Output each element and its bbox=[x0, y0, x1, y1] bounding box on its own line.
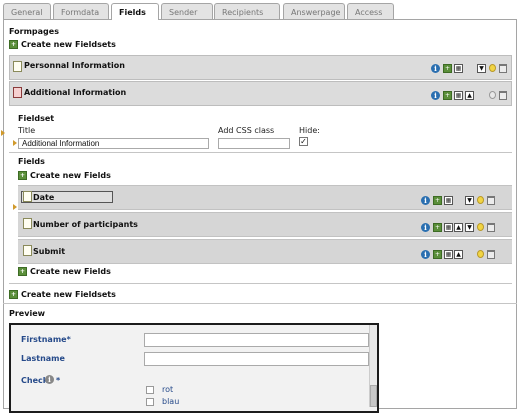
info-icon[interactable]: i bbox=[421, 196, 430, 205]
input-marker bbox=[13, 140, 17, 146]
field-page-icon bbox=[23, 191, 32, 202]
lastname-label: Lastname bbox=[21, 354, 65, 363]
add-icon: + bbox=[9, 290, 18, 299]
move-up-icon[interactable]: ▲ bbox=[454, 223, 463, 232]
grid-icon[interactable]: ▦ bbox=[444, 223, 453, 232]
grid-icon[interactable]: ▦ bbox=[454, 64, 463, 73]
fieldset-title: Personnal Information bbox=[24, 61, 125, 70]
info-icon[interactable]: i bbox=[45, 375, 54, 384]
new-field-icon[interactable]: + bbox=[433, 196, 442, 205]
preview-header: Preview bbox=[9, 309, 46, 318]
required-marker: * bbox=[56, 376, 61, 385]
move-down-icon[interactable]: ▼ bbox=[477, 64, 486, 73]
lastname-input[interactable] bbox=[144, 352, 369, 366]
tab-label: Answerpage bbox=[291, 8, 341, 17]
css-class-label: Add CSS class bbox=[218, 126, 275, 135]
add-icon: + bbox=[18, 171, 27, 180]
fieldset-hidden-page-icon bbox=[13, 87, 22, 98]
info-icon[interactable]: i bbox=[431, 91, 440, 100]
checkbox-blau[interactable] bbox=[146, 398, 154, 406]
create-fields-label: Create new Fields bbox=[30, 267, 111, 276]
create-fieldsets-label: Create new Fieldsets bbox=[21, 40, 116, 49]
move-up-icon[interactable]: ▲ bbox=[465, 91, 474, 100]
field-page-icon bbox=[23, 218, 32, 229]
hide-checkbox[interactable]: ✓ bbox=[299, 137, 308, 146]
tab-general[interactable]: General bbox=[3, 3, 51, 19]
option-label-rot: rot bbox=[162, 385, 174, 394]
add-icon: + bbox=[18, 267, 27, 276]
field-page-icon bbox=[23, 245, 32, 256]
move-down-icon[interactable]: ▼ bbox=[465, 223, 474, 232]
tab-answerpage[interactable]: Answerpage bbox=[283, 3, 345, 19]
grid-icon[interactable]: ▦ bbox=[444, 196, 453, 205]
visible-bulb-icon[interactable] bbox=[477, 250, 484, 258]
formpages-header: Formpages bbox=[9, 27, 59, 36]
tab-label: General bbox=[11, 8, 43, 17]
move-up-icon[interactable]: ▲ bbox=[454, 250, 463, 259]
grid-icon[interactable]: ▦ bbox=[444, 250, 453, 259]
css-class-input[interactable] bbox=[218, 138, 290, 149]
divider bbox=[9, 283, 512, 284]
field-title: Number of participants bbox=[33, 220, 138, 229]
hide-label: Hide: bbox=[299, 126, 320, 135]
create-fieldsets-label: Create new Fieldsets bbox=[21, 290, 116, 299]
tab-fields[interactable]: Fields bbox=[111, 3, 159, 20]
visible-bulb-icon[interactable] bbox=[477, 196, 484, 204]
fields-header: Fields bbox=[18, 157, 45, 166]
field-title: Date bbox=[33, 193, 55, 202]
tab-label: Fields bbox=[119, 8, 146, 17]
scrollbar-thumb[interactable] bbox=[370, 385, 377, 407]
fieldset-title: Additional Information bbox=[24, 88, 127, 97]
firstname-input[interactable] bbox=[144, 333, 369, 347]
tab-label: Access bbox=[355, 8, 383, 17]
title-label: Title bbox=[18, 126, 36, 135]
tab-sender[interactable]: Sender bbox=[161, 3, 213, 19]
add-icon: + bbox=[9, 40, 18, 49]
current-edit-marker bbox=[1, 130, 5, 136]
preview-scrollbar[interactable] bbox=[369, 325, 377, 407]
create-fields-label: Create new Fields bbox=[30, 171, 111, 180]
checkbox-rot[interactable] bbox=[146, 386, 154, 394]
tab-label: Recipients bbox=[222, 8, 264, 17]
create-fields-link-top[interactable]: + Create new Fields bbox=[18, 171, 111, 180]
hidden-bulb-icon[interactable] bbox=[489, 91, 496, 99]
move-down-icon[interactable]: ▼ bbox=[465, 196, 474, 205]
divider bbox=[9, 152, 512, 153]
grid-icon[interactable]: ▦ bbox=[454, 91, 463, 100]
visible-bulb-icon[interactable] bbox=[489, 64, 496, 72]
tab-formdata[interactable]: Formdata bbox=[53, 3, 109, 19]
info-icon[interactable]: i bbox=[421, 223, 430, 232]
delete-icon[interactable] bbox=[487, 223, 495, 232]
new-field-icon[interactable]: + bbox=[433, 250, 442, 259]
create-fields-link-bottom[interactable]: + Create new Fields bbox=[18, 267, 111, 276]
fieldset-title-input[interactable] bbox=[18, 138, 209, 149]
tab-recipients[interactable]: Recipients bbox=[214, 3, 280, 19]
fieldset-page-icon bbox=[13, 61, 22, 72]
check-label: Check bbox=[21, 376, 49, 385]
field-title: Submit bbox=[33, 247, 66, 256]
delete-icon[interactable] bbox=[487, 196, 495, 205]
info-icon[interactable]: i bbox=[431, 64, 440, 73]
info-icon[interactable]: i bbox=[421, 250, 430, 259]
option-label-blau: blau bbox=[162, 397, 180, 406]
tab-label: Formdata bbox=[61, 8, 100, 17]
divider bbox=[3, 303, 517, 304]
tab-access[interactable]: Access bbox=[347, 3, 394, 19]
firstname-label: Firstname* bbox=[21, 335, 71, 344]
create-fieldsets-link-top[interactable]: + Create new Fieldsets bbox=[9, 40, 116, 49]
fieldset-header: Fieldset bbox=[18, 114, 55, 123]
delete-icon[interactable] bbox=[487, 250, 495, 259]
field-marker bbox=[13, 204, 17, 210]
create-fieldsets-link-bottom[interactable]: + Create new Fieldsets bbox=[9, 290, 116, 299]
delete-icon[interactable] bbox=[499, 91, 507, 100]
new-field-icon[interactable]: + bbox=[443, 64, 452, 73]
visible-bulb-icon[interactable] bbox=[477, 223, 484, 231]
delete-icon[interactable] bbox=[499, 64, 507, 73]
tab-label: Sender bbox=[169, 8, 198, 17]
new-field-icon[interactable]: + bbox=[443, 91, 452, 100]
new-field-icon[interactable]: + bbox=[433, 223, 442, 232]
